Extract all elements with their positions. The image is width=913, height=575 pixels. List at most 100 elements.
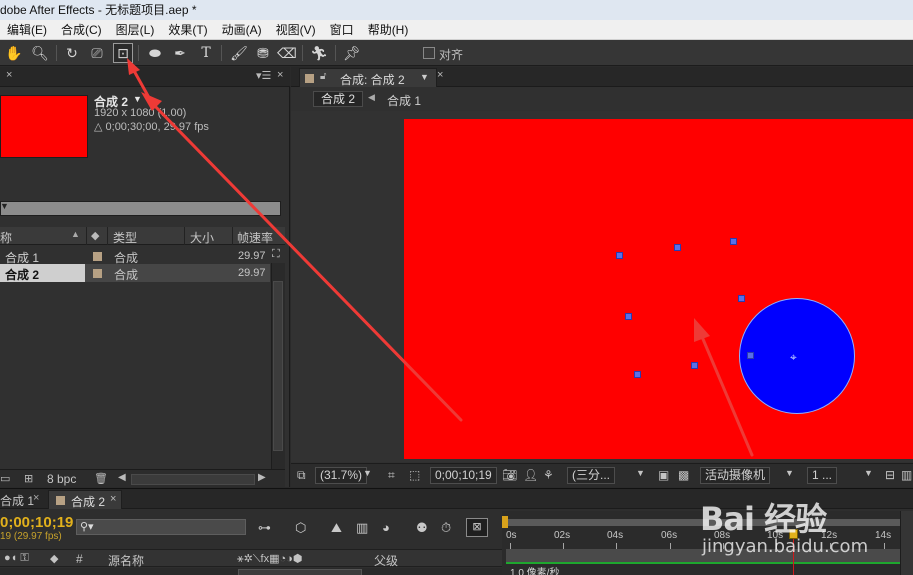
resolution-dropdown[interactable]: (三分... <box>567 467 615 484</box>
column-frame-rate[interactable]: 帧速率 <box>237 229 273 246</box>
anchor-point-icon[interactable]: ⌖ <box>790 350 797 365</box>
timeline-tab-active[interactable]: 合成 2 × <box>48 490 122 509</box>
panel-menu-icon[interactable]: ▾☰ <box>256 69 271 82</box>
safe-margins-icon[interactable]: ⌗ <box>388 468 395 483</box>
current-time-display[interactable]: 0;00;10;19 <box>430 467 497 484</box>
menu-help[interactable]: 帮助(H) <box>361 20 416 40</box>
comp-nav-parent[interactable]: 合成 1 <box>387 92 421 109</box>
project-item-row-selected[interactable]: 合成 2 合成 29.97 <box>0 264 270 282</box>
label-tag-icon[interactable]: ◆ <box>91 229 99 242</box>
frame-blending-icon[interactable]: ▥ <box>356 520 368 536</box>
layer-search-input[interactable] <box>76 519 246 535</box>
close-icon[interactable]: × <box>6 69 12 81</box>
column-type[interactable]: 类型 <box>113 229 137 246</box>
clone-stamp-tool-icon[interactable]: ⛃ <box>253 43 273 63</box>
bounding-box-handle[interactable] <box>691 362 698 369</box>
search-dropdown-icon[interactable]: ▼ <box>0 201 9 211</box>
camera-tool-icon[interactable]: ⎚ <box>87 43 107 63</box>
menu-window[interactable]: 窗口 <box>323 20 361 40</box>
close-icon[interactable]: × <box>277 69 283 81</box>
horizontal-scrollbar[interactable] <box>131 474 255 485</box>
trash-icon[interactable]: 🗑︎ <box>94 472 108 485</box>
ellipse-shape-layer[interactable] <box>739 298 855 414</box>
dropdown-arrow-icon[interactable]: ▼ <box>785 468 794 478</box>
bounding-box-handle[interactable] <box>730 238 737 245</box>
blend-mode-dropdown[interactable] <box>238 569 362 575</box>
puppet-pin-tool-icon[interactable]: 📌︎ <box>342 43 362 63</box>
scrollbar-thumb[interactable] <box>273 281 283 451</box>
new-folder-icon[interactable]: ▭ <box>0 472 10 485</box>
rotate-tool-icon[interactable]: ↻ <box>62 43 82 63</box>
ellipse-tool-icon[interactable]: ⬬ <box>145 43 165 63</box>
type-tool-icon[interactable]: T <box>196 43 216 63</box>
label-tag-icon[interactable]: ◆ <box>50 552 58 565</box>
work-area-start-handle[interactable] <box>502 516 508 528</box>
hand-tool-icon[interactable]: ✋ <box>4 43 24 63</box>
mask-visibility-icon[interactable]: ⬚ <box>409 468 420 482</box>
sort-ascending-icon[interactable]: ▲ <box>71 229 80 239</box>
scroll-right-icon[interactable]: ▶ <box>258 472 266 483</box>
menu-composition[interactable]: 合成(C) <box>54 20 109 40</box>
channel-rgb-icon[interactable]: ⚘ <box>543 468 554 482</box>
graph-editor-icon[interactable]: ⊠ <box>466 518 488 537</box>
fast-previews-icon[interactable]: ▥ <box>901 468 912 482</box>
camera-view-dropdown[interactable]: 活动摄像机 <box>700 467 771 484</box>
bit-depth-label[interactable]: 8 bpc <box>47 472 76 486</box>
menu-animation[interactable]: 动画(A) <box>215 20 269 40</box>
layer-switches-icon[interactable]: ⚹✲⟍fx▦◔◑⬢ <box>237 552 302 566</box>
menu-view[interactable]: 视图(V) <box>269 20 323 40</box>
transparency-grid-icon[interactable]: ▩ <box>678 468 689 482</box>
snapshot-camera-icon[interactable]: 📷︎ <box>502 468 517 482</box>
new-composition-icon[interactable]: ⊞ <box>24 472 33 485</box>
region-of-interest-icon[interactable]: ▣ <box>658 468 669 482</box>
source-name-column[interactable]: 源名称 <box>108 552 144 569</box>
bounding-box-handle[interactable] <box>674 244 681 251</box>
column-name[interactable]: 称 <box>0 229 12 246</box>
bounding-box-handle[interactable] <box>634 371 641 378</box>
roto-brush-tool-icon[interactable]: 🏃︎ <box>309 43 329 63</box>
bounding-box-handle[interactable] <box>616 252 623 259</box>
composition-viewer[interactable]: ⌖ <box>291 111 913 462</box>
draft-3d-icon[interactable]: ⬡ <box>295 520 306 536</box>
label-color-swatch[interactable] <box>93 269 102 278</box>
dropdown-arrow-icon[interactable]: ▼ <box>420 72 429 82</box>
close-icon[interactable]: × <box>437 69 443 81</box>
flowchart-icon[interactable]: ⛶ <box>272 248 280 261</box>
stopwatch-icon[interactable]: ⏱ <box>441 520 451 536</box>
project-item-row[interactable]: 合成 1 合成 29.97 <box>0 247 270 265</box>
timeline-tab[interactable]: 合成 1 <box>0 492 34 509</box>
project-search-input[interactable] <box>0 201 281 216</box>
hide-shy-layers-icon[interactable]: ⛰ <box>331 520 342 536</box>
comp-mini-flowchart-icon[interactable]: ⊶ <box>258 520 271 536</box>
lock-icon[interactable]: 🔓︎ <box>320 71 326 82</box>
view-layout-dropdown[interactable]: 1 ... <box>807 467 838 484</box>
av-features-icon[interactable]: ●◖ ⚿ <box>4 552 29 565</box>
parent-column[interactable]: 父级 <box>374 552 398 569</box>
show-snapshot-icon[interactable]: 👤︎ <box>523 468 538 482</box>
toggle-pixel-aspect-icon[interactable]: ⊟ <box>885 468 895 482</box>
bounding-box-handle[interactable] <box>747 352 754 359</box>
current-time-display[interactable]: 0;00;10;19 <box>0 514 73 531</box>
bounding-box-handle[interactable] <box>625 313 632 320</box>
snap-checkbox[interactable] <box>423 47 435 59</box>
menu-layer[interactable]: 图层(L) <box>109 20 162 40</box>
dropdown-arrow-icon[interactable]: ▼ <box>133 94 142 104</box>
menu-effect[interactable]: 效果(T) <box>161 20 214 40</box>
comp-nav-current[interactable]: 合成 2 <box>313 91 363 107</box>
brush-tool-icon[interactable]: 🖌︎ <box>229 43 249 63</box>
comp-canvas[interactable]: ⌖ <box>404 119 913 459</box>
eraser-tool-icon[interactable]: ⌫ <box>277 43 297 63</box>
pan-behind-tool-icon[interactable]: ⊡ <box>113 43 133 63</box>
column-size[interactable]: 大小 <box>190 229 214 246</box>
label-color-swatch[interactable] <box>93 252 102 261</box>
magnification-dropdown[interactable]: (31.7%) <box>315 467 368 484</box>
bounding-box-handle[interactable] <box>738 295 745 302</box>
menu-edit[interactable]: 编辑(E) <box>0 20 54 40</box>
motion-blur-icon[interactable]: ◕ <box>382 520 390 535</box>
search-icon[interactable]: ⚲▾ <box>80 520 94 533</box>
dropdown-arrow-icon[interactable]: ▼ <box>363 468 372 478</box>
brainstorm-icon[interactable]: ⚉ <box>416 520 428 536</box>
dropdown-arrow-icon[interactable]: ▼ <box>864 468 873 478</box>
pen-tool-icon[interactable]: ✒ <box>170 43 190 63</box>
dropdown-arrow-icon[interactable]: ▼ <box>636 468 645 478</box>
